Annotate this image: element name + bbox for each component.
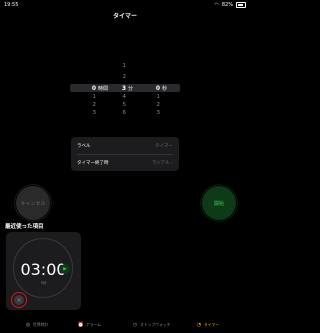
seconds-wheel[interactable]: 0 秒 1 2 3 <box>142 60 178 118</box>
when-timer-ends-row[interactable]: タイマー終了時 ラジアル › <box>77 154 173 171</box>
minutes-option[interactable]: 1 <box>108 63 127 69</box>
seconds-option[interactable]: 3 <box>142 110 161 116</box>
stopwatch-icon: ◷ <box>132 322 138 328</box>
tab-stopwatch[interactable]: ◷ ストップウォッチ <box>132 322 171 328</box>
status-bar: 19:55 ◠ 82% <box>0 0 250 10</box>
globe-icon: ◍ <box>25 322 31 328</box>
seconds-option[interactable]: 1 <box>142 94 161 100</box>
seconds-selected[interactable]: 0 <box>142 85 160 92</box>
hours-option[interactable]: 3 <box>78 110 97 116</box>
recent-timer-card[interactable]: 03:00 3分 × <box>6 232 81 310</box>
close-icon: × <box>16 296 22 304</box>
when-timer-ends-value: ラジアル › <box>152 160 173 166</box>
tab-label: タイマー <box>204 322 220 327</box>
tab-label: アラーム <box>86 322 102 327</box>
minutes-option[interactable]: 2 <box>108 74 127 80</box>
hours-unit: 時間 <box>98 86 109 92</box>
minutes-wheel[interactable]: 1 2 3 分 4 5 6 <box>108 60 144 118</box>
duration-picker[interactable]: 0 時間 1 2 3 1 2 3 分 4 5 6 0 秒 1 2 3 <box>70 60 180 118</box>
timer-settings: ラベル タイマー タイマー終了時 ラジアル › <box>71 137 179 171</box>
alarm-icon: ⏰ <box>77 322 85 328</box>
battery-icon <box>236 2 246 8</box>
play-recent-button[interactable]: ▶ <box>60 264 70 274</box>
wifi-icon: ◠ <box>214 2 219 8</box>
tab-alarm[interactable]: ⏰ アラーム <box>78 322 101 328</box>
recent-timer-subtitle: 3分 <box>40 281 47 285</box>
status-time: 19:55 <box>4 2 19 8</box>
label-value: タイマー <box>155 143 173 149</box>
hours-option[interactable]: 1 <box>78 94 97 100</box>
page-title: タイマー <box>112 13 137 20</box>
minutes-option[interactable]: 6 <box>108 110 127 116</box>
hours-option[interactable]: 2 <box>78 102 97 108</box>
tab-timer[interactable]: ◔ タイマー <box>196 322 219 328</box>
battery-percent: 82% <box>221 2 233 8</box>
seconds-option[interactable]: 2 <box>142 102 161 108</box>
tab-label: 世界時計 <box>33 322 49 327</box>
when-timer-ends-title: タイマー終了時 <box>77 160 109 166</box>
minutes-option[interactable]: 4 <box>108 94 127 100</box>
recents-heading: 最近使った項目 <box>5 224 44 230</box>
tab-world-clock[interactable]: ◍ 世界時計 <box>25 322 48 328</box>
sound-name: ラジアル <box>151 160 170 166</box>
status-indicators: ◠ 82% <box>214 2 246 8</box>
remove-recent-button[interactable]: × <box>14 295 24 305</box>
timer-icon: ◔ <box>196 322 202 328</box>
label-row[interactable]: ラベル タイマー <box>77 137 173 155</box>
tab-bar: ◍ 世界時計 ⏰ アラーム ◷ ストップウォッチ ◔ タイマー <box>0 317 250 333</box>
minutes-unit: 分 <box>128 86 134 92</box>
label-title: ラベル <box>77 143 91 149</box>
play-icon: ▶ <box>63 266 67 272</box>
minutes-selected[interactable]: 3 <box>108 85 126 92</box>
chevron-right-icon: › <box>171 160 173 166</box>
hours-selected[interactable]: 0 <box>78 85 96 92</box>
start-button[interactable]: 開始 <box>202 186 236 220</box>
tab-label: ストップウォッチ <box>140 322 171 327</box>
cancel-button[interactable]: キャンセル <box>16 186 50 220</box>
seconds-unit: 秒 <box>162 86 168 92</box>
minutes-option[interactable]: 5 <box>108 102 127 108</box>
